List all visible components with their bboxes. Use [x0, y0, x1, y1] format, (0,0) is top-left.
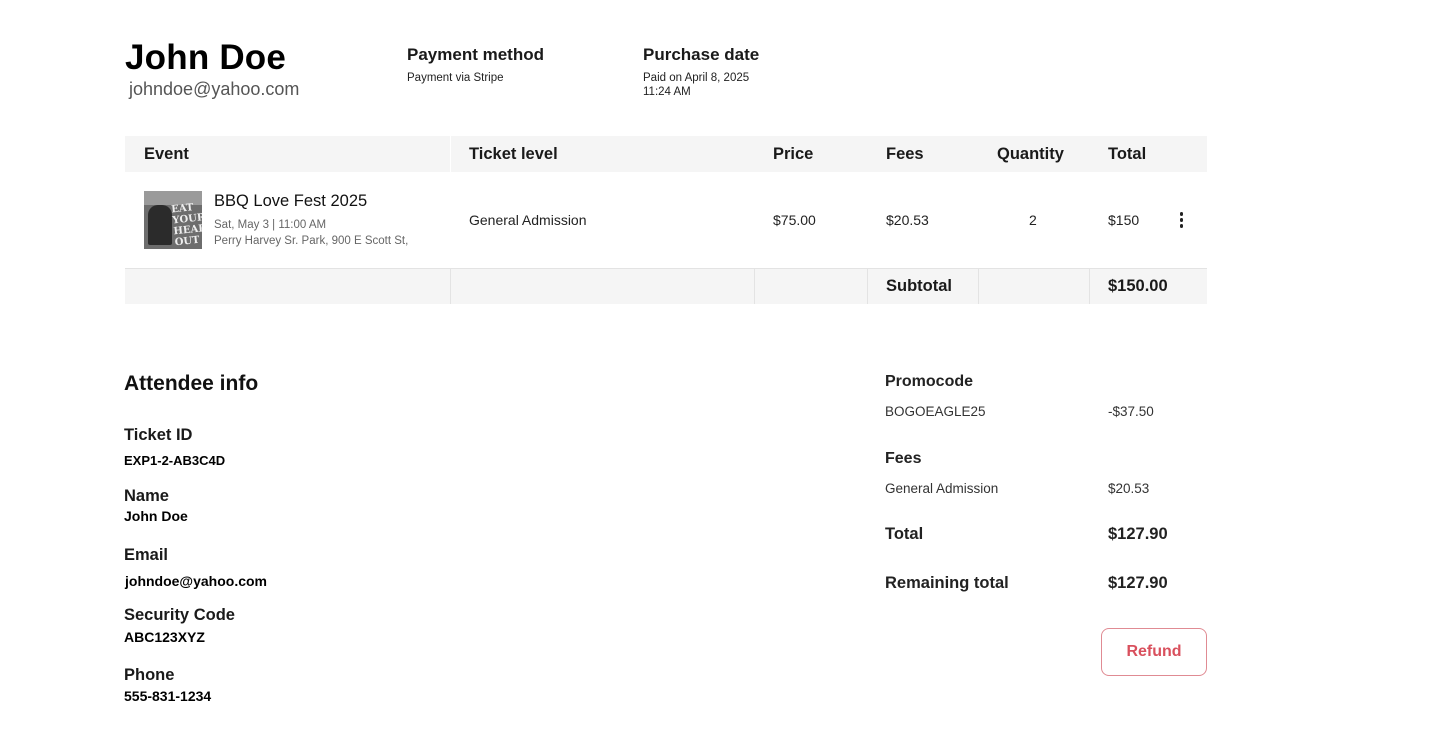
remaining-total-value: $127.90	[1108, 574, 1168, 592]
subtotal-label: Subtotal	[886, 277, 952, 295]
attendee-info-title: Attendee info	[124, 372, 259, 395]
event-datetime: Sat, May 3 | 11:00 AM	[214, 219, 327, 231]
remaining-total-label: Remaining total	[885, 574, 1009, 592]
fees-summary-item: General Admission	[885, 481, 999, 496]
event-thumbnail: EAT YOUR HEART OUT	[144, 191, 202, 249]
header-divider	[450, 136, 451, 172]
customer-name: John Doe	[125, 38, 287, 77]
subtotal-divider	[1089, 268, 1090, 304]
subtotal-divider	[754, 268, 755, 304]
promocode-label: Promocode	[885, 373, 974, 390]
subtotal-row	[125, 268, 1207, 304]
total-label: Total	[885, 525, 924, 543]
price-cell: $75.00	[773, 212, 816, 228]
fees-summary-amount: $20.53	[1108, 481, 1150, 496]
col-header-quantity: Quantity	[997, 145, 1064, 163]
phone-value: 555-831-1234	[124, 688, 212, 704]
subtotal-value: $150.00	[1108, 277, 1168, 295]
ticket-id-value: EXP1-2-AB3C4D	[124, 453, 226, 468]
col-header-event: Event	[144, 145, 189, 163]
payment-method-label: Payment method	[407, 45, 544, 64]
subtotal-divider	[867, 268, 868, 304]
email-value: johndoe@yahoo.com	[125, 573, 267, 589]
more-options-icon[interactable]	[1172, 210, 1190, 230]
fees-summary-label: Fees	[885, 450, 922, 467]
promocode-code: BOGOEAGLE25	[885, 404, 986, 419]
subtotal-divider	[978, 268, 979, 304]
col-header-price: Price	[773, 145, 814, 163]
security-code-label: Security Code	[124, 606, 235, 624]
thumbnail-caption: EAT YOUR HEART OUT	[170, 202, 202, 249]
subtotal-divider	[450, 268, 451, 304]
ticket-id-label: Ticket ID	[124, 426, 193, 444]
name-value: John Doe	[124, 508, 188, 524]
customer-email: johndoe@yahoo.com	[129, 79, 300, 99]
refund-button[interactable]: Refund	[1101, 628, 1207, 676]
quantity-cell: 2	[1029, 212, 1037, 228]
name-label: Name	[124, 487, 169, 505]
event-location: Perry Harvey Sr. Park, 900 E Scott St,	[214, 235, 409, 247]
purchase-date-line: Paid on April 8, 2025	[643, 72, 750, 84]
col-header-total: Total	[1108, 145, 1147, 163]
payment-method-value: Payment via Stripe	[407, 72, 504, 84]
phone-label: Phone	[124, 666, 175, 684]
total-value: $127.90	[1108, 525, 1168, 543]
ticket-level-cell: General Admission	[469, 212, 587, 228]
promocode-amount: -$37.50	[1108, 404, 1154, 419]
security-code-value: ABC123XYZ	[124, 629, 205, 645]
total-cell: $150	[1108, 212, 1140, 228]
email-label: Email	[124, 546, 169, 564]
col-header-ticket-level: Ticket level	[469, 145, 558, 163]
col-header-fees: Fees	[886, 145, 924, 163]
purchase-time-line: 11:24 AM	[643, 86, 691, 98]
purchase-date-label: Purchase date	[643, 45, 760, 64]
event-title: BBQ Love Fest 2025	[214, 192, 368, 210]
fees-cell: $20.53	[886, 212, 929, 228]
